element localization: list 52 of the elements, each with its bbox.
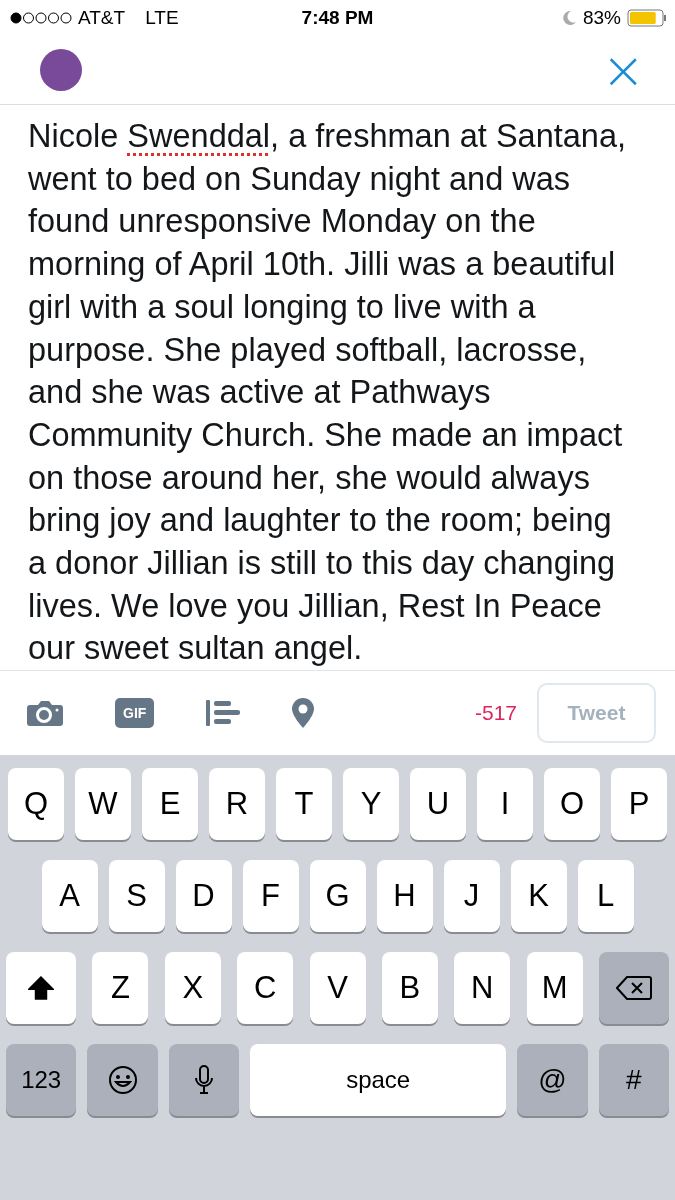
letter-key[interactable]: C [237, 952, 294, 1025]
microphone-icon [193, 1065, 214, 1096]
symbol-key[interactable]: # [598, 1044, 669, 1117]
poll-icon[interactable] [206, 700, 241, 727]
shift-key[interactable] [6, 952, 76, 1025]
letter-key[interactable]: M [526, 952, 583, 1025]
letter-key[interactable]: G [309, 860, 366, 933]
letter-key[interactable]: N [454, 952, 511, 1025]
letter-key[interactable]: O [544, 768, 600, 841]
signal-icon [10, 12, 72, 24]
smiley-icon [107, 1065, 138, 1096]
numbers-key[interactable]: 123 [6, 1044, 77, 1117]
letter-key[interactable]: L [577, 860, 634, 933]
letter-key[interactable]: B [381, 952, 438, 1025]
letter-key[interactable]: S [108, 860, 165, 933]
emoji-key[interactable] [87, 1044, 158, 1117]
letter-key[interactable]: W [75, 768, 131, 841]
shift-arrow-icon [28, 976, 54, 1001]
carrier-name: AT&T [78, 7, 126, 29]
letter-key[interactable]: T [276, 768, 332, 841]
letter-key[interactable]: R [209, 768, 265, 841]
letter-key[interactable]: V [309, 952, 366, 1025]
letter-key[interactable]: A [41, 860, 98, 933]
letter-key[interactable]: F [242, 860, 299, 933]
avatar [40, 49, 82, 91]
microphone-key[interactable] [168, 1044, 240, 1117]
close-button[interactable]: × [597, 44, 649, 96]
letter-key[interactable]: U [410, 768, 466, 841]
location-pin-icon[interactable] [292, 698, 315, 729]
letter-key[interactable]: K [510, 860, 567, 933]
letter-key[interactable]: Z [92, 952, 149, 1025]
letter-key[interactable]: J [443, 860, 500, 933]
battery-icon [627, 9, 667, 27]
letter-key[interactable]: E [142, 768, 198, 841]
backspace-key[interactable] [599, 952, 669, 1025]
letter-key[interactable]: Q [8, 768, 64, 841]
network-type: LTE [145, 7, 179, 29]
letter-key[interactable]: X [164, 952, 221, 1025]
letter-key[interactable]: P [611, 768, 667, 841]
status-time: 7:48 PM [301, 7, 374, 29]
gif-button[interactable]: GIF [115, 698, 155, 729]
letter-key[interactable]: Y [343, 768, 399, 841]
battery-percent: 83% [582, 7, 621, 29]
symbol-key[interactable]: @ [517, 1044, 588, 1117]
letter-key[interactable]: D [175, 860, 232, 933]
letter-key[interactable]: H [376, 860, 433, 933]
space-bar[interactable]: space [250, 1044, 507, 1117]
camera-icon[interactable] [27, 699, 63, 728]
backspace-icon [616, 975, 652, 1002]
character-counter: -517 [474, 701, 517, 726]
letter-key[interactable]: I [477, 768, 533, 841]
tweet-text[interactable]: Nicole Swenddal, a freshman at Santana, went to bed on Sunday night and was found unresponsive Monday on the morning of April 10th. Jilli was a beautiful girl with a soul longing to live with a purpose. She played softball, lacrosse, and she was active at Pathways Community Church. She made an impact on those around her, she would always bring joy and laughter to the room; being a donor Jillian is still to this day changing lives. We love you Jillian, Rest In Peace our sweet sultan angel. [28, 115, 628, 671]
